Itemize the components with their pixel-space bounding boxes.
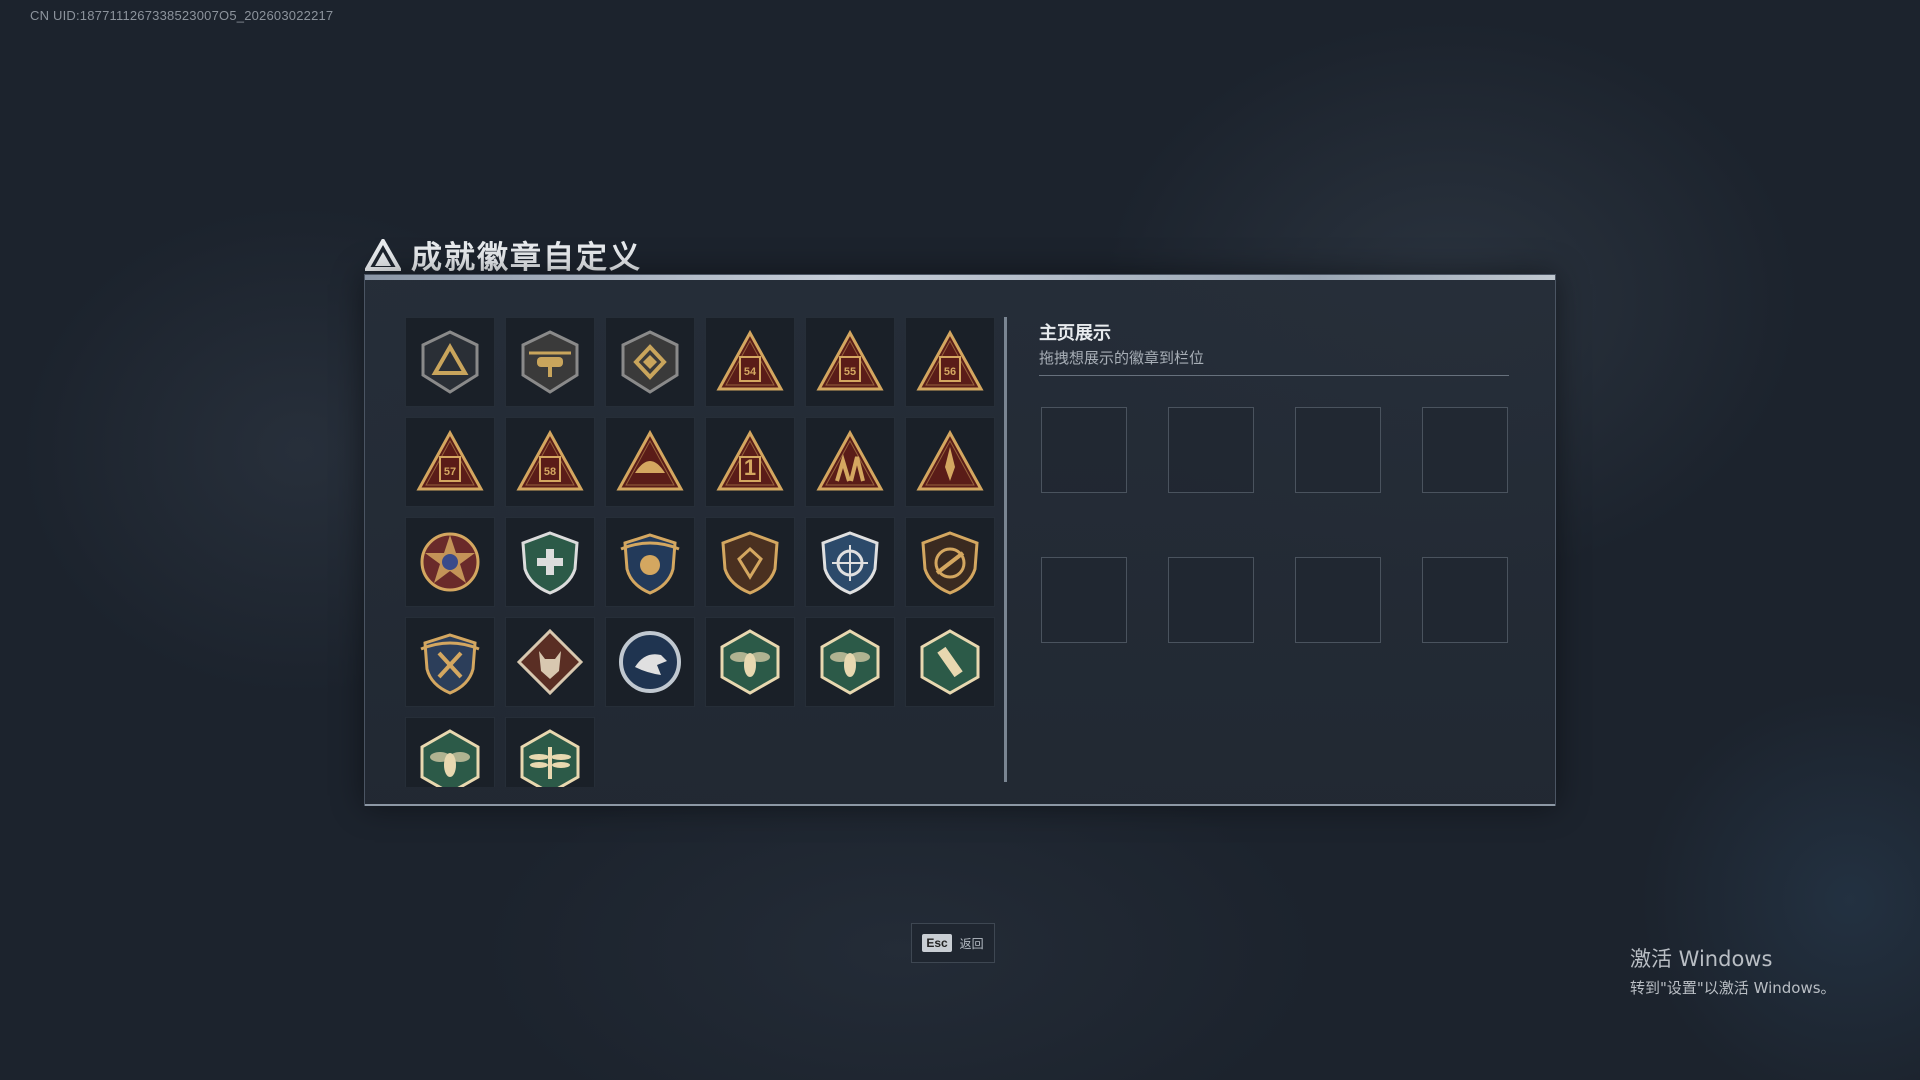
badge-star-medal[interactable]	[405, 517, 495, 607]
showcase-slot[interactable]	[1422, 557, 1508, 643]
helicopter-shield-icon	[521, 330, 579, 394]
uid-text: CN UID:1877111267338523007O5_20260302221…	[30, 8, 334, 23]
badge-crest-medal[interactable]	[605, 517, 695, 607]
eagle-coin-icon	[619, 631, 681, 693]
badge-triangle-badge-56[interactable]: 56	[905, 317, 995, 407]
badge-triangle-badge-58[interactable]: 58	[505, 417, 595, 507]
activation-title: 激活 Windows	[1630, 947, 1773, 971]
triangle-badge-1-icon: 1	[716, 429, 784, 491]
showcase-slot[interactable]	[1422, 407, 1508, 493]
dragonfly-hexagon-icon	[520, 729, 580, 787]
triangle-badge-helmet-icon	[616, 429, 684, 491]
badge-crosshair-shield[interactable]	[805, 517, 895, 607]
showcase-slots	[1041, 407, 1508, 643]
badge-tool-hexagon[interactable]	[905, 617, 995, 707]
triangle-badge-58-icon: 58	[516, 429, 584, 491]
back-button[interactable]: Esc 返回	[911, 923, 995, 963]
badge-triangle-badge-57[interactable]: 57	[405, 417, 495, 507]
page-header: 成就徽章自定义	[365, 232, 642, 277]
triangle-badge-55-icon: 55	[816, 329, 884, 391]
triangle-badge-57-icon: 57	[416, 429, 484, 491]
badge-triangle-emblem-shield[interactable]	[405, 317, 495, 407]
badge-triangle-badge-54[interactable]: 54	[705, 317, 795, 407]
star-medal-icon	[420, 532, 480, 592]
badge-triangle-badge-1[interactable]: 1	[705, 417, 795, 507]
tool-hexagon-icon	[920, 629, 980, 695]
green-shield-medal-icon	[521, 531, 579, 595]
svg-text:56: 56	[944, 366, 956, 378]
triangle-emblem-shield-icon	[421, 330, 479, 394]
badge-no-rifle-shield[interactable]	[905, 517, 995, 607]
triangle-badge-56-icon: 56	[916, 329, 984, 391]
showcase-slot[interactable]	[1041, 407, 1127, 493]
triangle-badge-soldiers-icon	[816, 429, 884, 491]
wolf-diamond-icon	[516, 628, 584, 696]
svg-text:1: 1	[744, 455, 756, 480]
crosshair-shield-icon	[821, 531, 879, 595]
showcase-slot[interactable]	[1041, 557, 1127, 643]
badge-triangle-badge-55[interactable]: 55	[805, 317, 895, 407]
badge-diamond-shield[interactable]	[605, 317, 695, 407]
diamond-shield-icon	[621, 330, 679, 394]
showcase-slot[interactable]	[1295, 557, 1381, 643]
badge-helicopter-shield[interactable]	[505, 317, 595, 407]
badge-eagle-coin[interactable]	[605, 617, 695, 707]
svg-text:57: 57	[444, 466, 456, 478]
triangle-logo-icon	[365, 238, 401, 271]
svg-text:54: 54	[744, 366, 757, 378]
windows-activation-watermark: 激活 Windows 转到"设置"以激活 Windows。	[1630, 943, 1836, 998]
badge-customize-panel: 54 55 56 57 58 1 主页展示 拖拽想展示的徽章到栏位	[364, 274, 1556, 806]
mosquito-hexagon-icon	[420, 729, 480, 787]
badge-triangle-badge-helmet[interactable]	[605, 417, 695, 507]
badge-dragonfly-hexagon[interactable]	[505, 717, 595, 787]
svg-text:55: 55	[844, 366, 856, 378]
gold-crest-shield-icon	[420, 633, 480, 695]
triangle-badge-54-icon: 54	[716, 329, 784, 391]
panel-divider	[1004, 317, 1007, 782]
badge-grid: 54 55 56 57 58 1	[405, 317, 995, 787]
panel-top-bar	[365, 275, 1555, 280]
showcase-divider	[1039, 375, 1509, 376]
page-title: 成就徽章自定义	[411, 240, 642, 276]
badge-wolf-diamond[interactable]	[505, 617, 595, 707]
badge-green-shield-medal[interactable]	[505, 517, 595, 607]
esc-key-icon: Esc	[922, 934, 952, 952]
panel-bottom-bar	[365, 804, 1555, 806]
wasp-hexagon-1-icon	[720, 629, 780, 695]
crest-medal-icon	[620, 533, 680, 595]
badge-wasp-hexagon-1[interactable]	[705, 617, 795, 707]
svg-text:58: 58	[544, 466, 556, 478]
badge-triangle-badge-rocket[interactable]	[905, 417, 995, 507]
showcase-subtitle: 拖拽想展示的徽章到栏位	[1039, 349, 1205, 367]
showcase-title: 主页展示	[1039, 323, 1111, 344]
gem-shield-icon	[721, 531, 779, 595]
badge-gem-shield[interactable]	[705, 517, 795, 607]
badge-triangle-badge-soldiers[interactable]	[805, 417, 895, 507]
back-label: 返回	[959, 936, 984, 951]
showcase-slot[interactable]	[1295, 407, 1381, 493]
badge-mosquito-hexagon[interactable]	[405, 717, 495, 787]
showcase-slot[interactable]	[1168, 407, 1254, 493]
no-rifle-shield-icon	[921, 531, 979, 595]
badge-gold-crest-shield[interactable]	[405, 617, 495, 707]
triangle-badge-rocket-icon	[916, 429, 984, 491]
badge-wasp-hexagon-2[interactable]	[805, 617, 895, 707]
activation-subtitle: 转到"设置"以激活 Windows。	[1630, 979, 1836, 997]
showcase-slot[interactable]	[1168, 557, 1254, 643]
wasp-hexagon-2-icon	[820, 629, 880, 695]
